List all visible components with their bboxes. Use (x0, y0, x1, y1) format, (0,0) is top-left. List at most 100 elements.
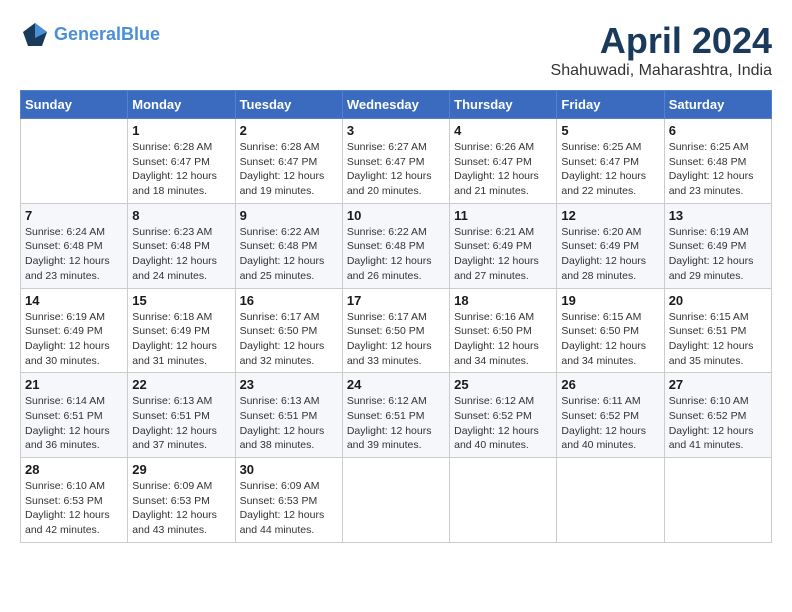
calendar-week-1: 1 Sunrise: 6:28 AM Sunset: 6:47 PM Daylig… (21, 119, 772, 204)
day-info: Sunrise: 6:15 AM Sunset: 6:51 PM Dayligh… (669, 310, 767, 369)
day-number: 26 (561, 377, 659, 392)
logo-text: GeneralBlue (54, 25, 160, 45)
calendar-cell: 7 Sunrise: 6:24 AM Sunset: 6:48 PM Daylig… (21, 203, 128, 288)
month-title: April 2024 (551, 20, 772, 62)
day-info: Sunrise: 6:19 AM Sunset: 6:49 PM Dayligh… (669, 225, 767, 284)
day-info: Sunrise: 6:17 AM Sunset: 6:50 PM Dayligh… (240, 310, 338, 369)
calendar-cell: 22 Sunrise: 6:13 AM Sunset: 6:51 PM Dayli… (128, 373, 235, 458)
day-info: Sunrise: 6:12 AM Sunset: 6:51 PM Dayligh… (347, 394, 445, 453)
day-info: Sunrise: 6:24 AM Sunset: 6:48 PM Dayligh… (25, 225, 123, 284)
calendar-cell: 21 Sunrise: 6:14 AM Sunset: 6:51 PM Dayli… (21, 373, 128, 458)
calendar-cell: 16Sunrise: 6:17 AM Sunset: 6:50 PM Dayli… (235, 288, 342, 373)
day-number: 23 (240, 377, 338, 392)
day-number: 18 (454, 293, 552, 308)
day-number: 25 (454, 377, 552, 392)
day-info: Sunrise: 6:09 AM Sunset: 6:53 PM Dayligh… (240, 479, 338, 538)
calendar-cell: 2Sunrise: 6:28 AM Sunset: 6:47 PM Daylig… (235, 119, 342, 204)
day-number: 22 (132, 377, 230, 392)
day-info: Sunrise: 6:23 AM Sunset: 6:48 PM Dayligh… (132, 225, 230, 284)
calendar-cell: 4Sunrise: 6:26 AM Sunset: 6:47 PM Daylig… (450, 119, 557, 204)
day-number: 28 (25, 462, 123, 477)
calendar-header-row: SundayMondayTuesdayWednesdayThursdayFrid… (21, 91, 772, 119)
weekday-header-saturday: Saturday (664, 91, 771, 119)
calendar-week-4: 21 Sunrise: 6:14 AM Sunset: 6:51 PM Dayli… (21, 373, 772, 458)
page-header: GeneralBlue April 2024 Shahuwadi, Mahara… (20, 20, 772, 80)
calendar-cell: 11Sunrise: 6:21 AM Sunset: 6:49 PM Dayli… (450, 203, 557, 288)
day-number: 29 (132, 462, 230, 477)
day-number: 3 (347, 123, 445, 138)
calendar-cell: 13 Sunrise: 6:19 AM Sunset: 6:49 PM Dayli… (664, 203, 771, 288)
day-number: 24 (347, 377, 445, 392)
calendar-cell: 27 Sunrise: 6:10 AM Sunset: 6:52 PM Dayli… (664, 373, 771, 458)
calendar-cell (342, 458, 449, 543)
day-info: Sunrise: 6:25 AM Sunset: 6:48 PM Dayligh… (669, 140, 767, 199)
weekday-header-thursday: Thursday (450, 91, 557, 119)
calendar-week-5: 28 Sunrise: 6:10 AM Sunset: 6:53 PM Dayli… (21, 458, 772, 543)
weekday-header-friday: Friday (557, 91, 664, 119)
day-number: 17 (347, 293, 445, 308)
day-info: Sunrise: 6:13 AM Sunset: 6:51 PM Dayligh… (240, 394, 338, 453)
day-info: Sunrise: 6:28 AM Sunset: 6:47 PM Dayligh… (240, 140, 338, 199)
calendar-cell: 8Sunrise: 6:23 AM Sunset: 6:48 PM Daylig… (128, 203, 235, 288)
day-number: 13 (669, 208, 767, 223)
calendar-cell (664, 458, 771, 543)
weekday-header-monday: Monday (128, 91, 235, 119)
day-number: 20 (669, 293, 767, 308)
day-info: Sunrise: 6:18 AM Sunset: 6:49 PM Dayligh… (132, 310, 230, 369)
logo: GeneralBlue (20, 20, 160, 50)
day-number: 11 (454, 208, 552, 223)
weekday-header-wednesday: Wednesday (342, 91, 449, 119)
day-number: 6 (669, 123, 767, 138)
day-info: Sunrise: 6:25 AM Sunset: 6:47 PM Dayligh… (561, 140, 659, 199)
day-number: 5 (561, 123, 659, 138)
calendar-week-3: 14Sunrise: 6:19 AM Sunset: 6:49 PM Dayli… (21, 288, 772, 373)
day-info: Sunrise: 6:15 AM Sunset: 6:50 PM Dayligh… (561, 310, 659, 369)
location: Shahuwadi, Maharashtra, India (551, 62, 772, 80)
day-number: 9 (240, 208, 338, 223)
calendar-cell: 17 Sunrise: 6:17 AM Sunset: 6:50 PM Dayli… (342, 288, 449, 373)
day-info: Sunrise: 6:17 AM Sunset: 6:50 PM Dayligh… (347, 310, 445, 369)
calendar-cell: 1 Sunrise: 6:28 AM Sunset: 6:47 PM Daylig… (128, 119, 235, 204)
calendar-cell: 12 Sunrise: 6:20 AM Sunset: 6:49 PM Dayli… (557, 203, 664, 288)
calendar-cell: 15 Sunrise: 6:18 AM Sunset: 6:49 PM Dayli… (128, 288, 235, 373)
calendar-cell (450, 458, 557, 543)
calendar-cell (21, 119, 128, 204)
day-number: 10 (347, 208, 445, 223)
day-number: 19 (561, 293, 659, 308)
calendar-cell: 10 Sunrise: 6:22 AM Sunset: 6:48 PM Dayli… (342, 203, 449, 288)
calendar-cell: 18Sunrise: 6:16 AM Sunset: 6:50 PM Dayli… (450, 288, 557, 373)
calendar-cell: 6 Sunrise: 6:25 AM Sunset: 6:48 PM Daylig… (664, 119, 771, 204)
day-info: Sunrise: 6:10 AM Sunset: 6:53 PM Dayligh… (25, 479, 123, 538)
day-number: 27 (669, 377, 767, 392)
calendar-cell: 25Sunrise: 6:12 AM Sunset: 6:52 PM Dayli… (450, 373, 557, 458)
day-number: 30 (240, 462, 338, 477)
title-block: April 2024 Shahuwadi, Maharashtra, India (551, 20, 772, 80)
day-number: 1 (132, 123, 230, 138)
calendar-table: SundayMondayTuesdayWednesdayThursdayFrid… (20, 90, 772, 543)
day-info: Sunrise: 6:27 AM Sunset: 6:47 PM Dayligh… (347, 140, 445, 199)
calendar-cell: 14Sunrise: 6:19 AM Sunset: 6:49 PM Dayli… (21, 288, 128, 373)
logo-line1: General (54, 24, 121, 44)
day-info: Sunrise: 6:14 AM Sunset: 6:51 PM Dayligh… (25, 394, 123, 453)
day-number: 21 (25, 377, 123, 392)
logo-icon (20, 20, 50, 50)
day-number: 7 (25, 208, 123, 223)
calendar-cell: 24 Sunrise: 6:12 AM Sunset: 6:51 PM Dayli… (342, 373, 449, 458)
day-number: 12 (561, 208, 659, 223)
day-info: Sunrise: 6:22 AM Sunset: 6:48 PM Dayligh… (240, 225, 338, 284)
calendar-cell: 9 Sunrise: 6:22 AM Sunset: 6:48 PM Daylig… (235, 203, 342, 288)
weekday-header-tuesday: Tuesday (235, 91, 342, 119)
day-info: Sunrise: 6:13 AM Sunset: 6:51 PM Dayligh… (132, 394, 230, 453)
day-info: Sunrise: 6:09 AM Sunset: 6:53 PM Dayligh… (132, 479, 230, 538)
day-info: Sunrise: 6:28 AM Sunset: 6:47 PM Dayligh… (132, 140, 230, 199)
day-number: 4 (454, 123, 552, 138)
day-number: 15 (132, 293, 230, 308)
calendar-cell: 26Sunrise: 6:11 AM Sunset: 6:52 PM Dayli… (557, 373, 664, 458)
calendar-week-2: 7 Sunrise: 6:24 AM Sunset: 6:48 PM Daylig… (21, 203, 772, 288)
logo-line2: Blue (121, 24, 160, 44)
day-info: Sunrise: 6:20 AM Sunset: 6:49 PM Dayligh… (561, 225, 659, 284)
day-info: Sunrise: 6:10 AM Sunset: 6:52 PM Dayligh… (669, 394, 767, 453)
calendar-cell: 19 Sunrise: 6:15 AM Sunset: 6:50 PM Dayli… (557, 288, 664, 373)
day-info: Sunrise: 6:22 AM Sunset: 6:48 PM Dayligh… (347, 225, 445, 284)
calendar-cell: 23 Sunrise: 6:13 AM Sunset: 6:51 PM Dayli… (235, 373, 342, 458)
